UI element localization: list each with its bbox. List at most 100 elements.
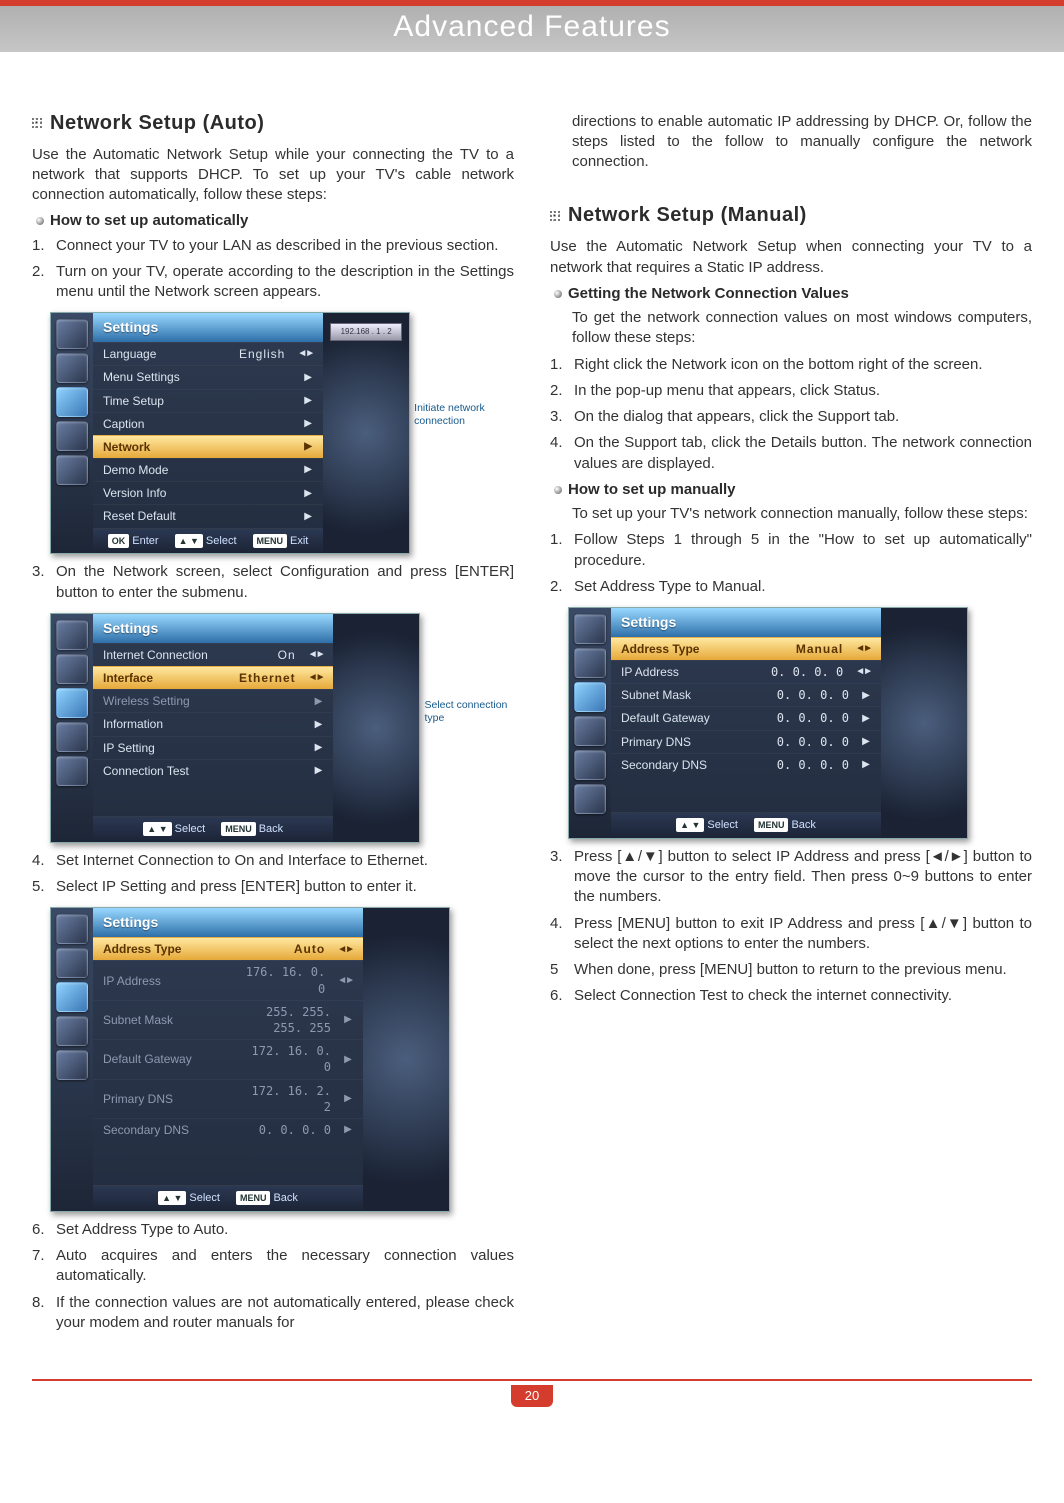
osd-tab-icon[interactable]	[56, 353, 88, 383]
osd-item-label: Subnet Mask	[621, 687, 751, 703]
osd-tab-icon[interactable]	[56, 982, 88, 1012]
osd-menu-item[interactable]: IP Address0. 0. 0. 0◄►	[611, 660, 881, 683]
menu-key: MENU	[236, 1191, 271, 1205]
osd-item-label: Primary DNS	[103, 1091, 233, 1107]
osd-menu-item[interactable]: Primary DNS172. 16. 2. 2▶	[93, 1079, 363, 1118]
foot-label: Select	[189, 1192, 220, 1204]
osd-item-label: Connection Test	[103, 763, 233, 779]
subhead-text: How to set up automatically	[50, 211, 248, 231]
subhead-how-manual: How to set up manually	[554, 480, 1032, 500]
osd-tab-icon[interactable]	[56, 1016, 88, 1046]
foot-label: Exit	[290, 535, 308, 547]
osd-menu-item[interactable]: Address TypeAuto◄►	[93, 937, 363, 960]
osd-tab-icon[interactable]	[56, 319, 88, 349]
osd-menu-item[interactable]: Subnet Mask0. 0. 0. 0▶	[611, 683, 881, 706]
osd-menu-item[interactable]: Secondary DNS0. 0. 0. 0▶	[611, 753, 881, 776]
osd-menu-item[interactable]: Reset Default ▶	[93, 504, 323, 527]
chevron-right-icon: ▶	[313, 764, 323, 778]
nstep-6: 6.Select Connection Test to check the in…	[550, 986, 1032, 1006]
osd-item-label: Reset Default	[103, 508, 233, 524]
osd-sidebar	[51, 908, 93, 1211]
chevron-right-icon: ▶	[303, 487, 313, 501]
osd-title: Settings	[611, 608, 881, 637]
step-text: Connect your TV to your LAN as described…	[56, 236, 498, 256]
osd-menu-item[interactable]: Subnet Mask255. 255. 255. 255▶	[93, 1000, 363, 1039]
osd-menu-item[interactable]: Demo Mode▶	[93, 458, 323, 481]
osd-tab-icon[interactable]	[574, 716, 606, 746]
osd-title: Settings	[93, 313, 323, 342]
chevron-right-icon: ▶	[303, 510, 313, 524]
osd-tab-icon[interactable]	[56, 756, 88, 786]
osd-menu-item[interactable]: Time Setup▶	[93, 389, 323, 412]
chevron-right-icon: ▶	[303, 371, 313, 385]
step-text: Press [▲/▼] button to select IP Address …	[574, 847, 1032, 908]
dot-icon	[554, 486, 562, 494]
osd-tab-icon[interactable]	[56, 722, 88, 752]
osd-menu-item[interactable]: Menu Settings▶	[93, 365, 323, 388]
left-right-icon: ◄►	[337, 943, 353, 957]
right-column: directions to enable automatic IP addres…	[550, 102, 1032, 1340]
osd-annotation: Select connection type	[424, 613, 514, 724]
chevron-right-icon: ▶	[861, 758, 871, 772]
osd-tab-icon[interactable]	[56, 455, 88, 485]
howman-text: To set up your TV's network connection m…	[550, 504, 1032, 524]
osd-menu-item[interactable]: Network▶	[93, 435, 323, 458]
step-text: Set Address Type to Manual.	[574, 577, 766, 597]
getval-text: To get the network connection values on …	[550, 308, 1032, 349]
osd-menu-item[interactable]: Primary DNS0. 0. 0. 0▶	[611, 730, 881, 753]
osd-menu-item[interactable]: IP Setting▶	[93, 736, 333, 759]
osd-tab-icon[interactable]	[574, 784, 606, 814]
chevron-right-icon: ▶	[303, 463, 313, 477]
osd-menu-item[interactable]: IP Address176. 16. 0. 0◄►	[93, 960, 363, 999]
osd-tab-icon[interactable]	[56, 620, 88, 650]
menu-key: MENU	[221, 822, 256, 836]
osd-tab-icon[interactable]	[56, 914, 88, 944]
updown-key: ▲ ▼	[676, 818, 704, 832]
auto-intro: Use the Automatic Network Setup while yo…	[32, 145, 514, 206]
osd-settings-interface: Settings Internet ConnectionOn◄►Interfac…	[50, 613, 514, 843]
osd-menu-item[interactable]: Connection Test ▶	[93, 759, 333, 782]
osd-menu-item[interactable]: Secondary DNS0. 0. 0. 0▶	[93, 1118, 363, 1141]
osd-item-value: 176. 16. 0. 0	[239, 964, 331, 996]
osd-menu-item[interactable]: Version Info▶	[93, 481, 323, 504]
osd-footer: ▲ ▼Select MENUBack	[93, 816, 333, 842]
chevron-right-icon: ▶	[343, 1053, 353, 1067]
osd-menu-item[interactable]: LanguageEnglish◄►	[93, 342, 323, 365]
step-text: On the Network screen, select Configurat…	[56, 562, 514, 603]
osd-menu-item[interactable]: Default Gateway172. 16. 0. 0▶	[93, 1039, 363, 1078]
osd-tab-icon[interactable]	[56, 688, 88, 718]
osd-tab-icon[interactable]	[574, 682, 606, 712]
osd-tab-icon[interactable]	[56, 387, 88, 417]
footer-bar	[32, 1379, 1032, 1381]
step-1: 1.Connect your TV to your LAN as describ…	[32, 236, 514, 256]
heading-bullet-icon	[32, 118, 42, 128]
step-text: On the dialog that appears, click the Su…	[574, 407, 899, 427]
osd-tab-icon[interactable]	[56, 654, 88, 684]
osd-menu-item[interactable]: Wireless Setting▶	[93, 689, 333, 712]
subhead-text: How to set up manually	[568, 480, 736, 500]
osd-menu-item[interactable]: Address TypeManual◄►	[611, 637, 881, 660]
osd-menu-item[interactable]: Internet ConnectionOn◄►	[93, 643, 333, 666]
osd-tab-icon[interactable]	[56, 421, 88, 451]
osd-footer: ▲ ▼Select MENUBack	[611, 812, 881, 838]
chevron-right-icon: ▶	[861, 735, 871, 749]
osd-tab-icon[interactable]	[56, 1050, 88, 1080]
osd-tab-icon[interactable]	[574, 750, 606, 780]
osd-tab-icon[interactable]	[56, 948, 88, 978]
osd-menu-item[interactable]: Information▶	[93, 712, 333, 735]
osd-preview-pane	[363, 908, 449, 1211]
osd-tab-icon[interactable]	[574, 648, 606, 678]
osd-item-label: IP Address	[621, 664, 751, 680]
chevron-right-icon: ▶	[343, 1123, 353, 1137]
osd-item-label: Secondary DNS	[103, 1122, 233, 1138]
osd-menu-item[interactable]: Default Gateway0. 0. 0. 0▶	[611, 706, 881, 729]
osd-item-label: Address Type	[621, 641, 751, 657]
chevron-right-icon: ▶	[861, 712, 871, 726]
osd-tab-icon[interactable]	[574, 614, 606, 644]
osd-item-label: Interface	[103, 670, 233, 686]
osd-preview-pane	[333, 614, 419, 842]
manual-intro: Use the Automatic Network Setup when con…	[550, 237, 1032, 278]
osd-menu-item[interactable]: InterfaceEthernet◄►	[93, 666, 333, 689]
osd-menu-item[interactable]: Caption▶	[93, 412, 323, 435]
subhead-how-auto: How to set up automatically	[36, 211, 514, 231]
